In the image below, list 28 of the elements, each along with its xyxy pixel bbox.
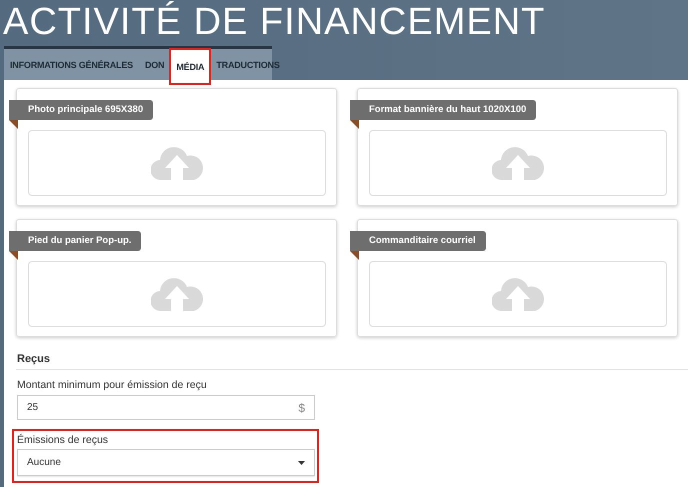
cloud-upload-icon [151,277,203,311]
card-label: Photo principale 695X380 [9,100,154,120]
page-title: ACTIVITÉ DE FINANCEMENT [2,0,546,45]
section-heading: Reçus [16,353,52,365]
ribbon-fold-icon [9,120,18,129]
tab[interactable]: DON [138,49,170,80]
upload-area[interactable] [369,261,667,327]
card-label: Format bannière du haut 1020X100 [350,100,536,120]
tab[interactable]: TRADUCTIONS [210,49,286,80]
card-label: Pied du panier Pop-up. [9,231,142,251]
issuance-dropdown[interactable]: Aucune [17,449,315,476]
caret-icon [298,460,305,464]
upload-area[interactable] [28,130,326,196]
tab[interactable]: INFORMATIONS GÉNÉRALES [4,49,139,80]
field-label: Montant minimum pour émission de reçu [16,379,208,391]
tab[interactable]: MÉDIA [170,49,210,84]
cloud-upload-icon [492,146,544,180]
currency-unit: $ [298,400,305,414]
card-label: Commanditaire courriel [350,231,486,251]
ribbon-fold-icon [350,120,359,129]
amount-field[interactable]: 25 $ [17,395,315,420]
upload-area[interactable] [28,261,326,327]
ribbon-fold-icon [350,251,359,260]
cloud-upload-icon [151,146,203,180]
ribbon-fold-icon [9,251,18,260]
upload-area[interactable] [369,130,667,196]
field-label: Émissions de reçus [17,434,110,446]
cloud-upload-icon [492,277,544,311]
